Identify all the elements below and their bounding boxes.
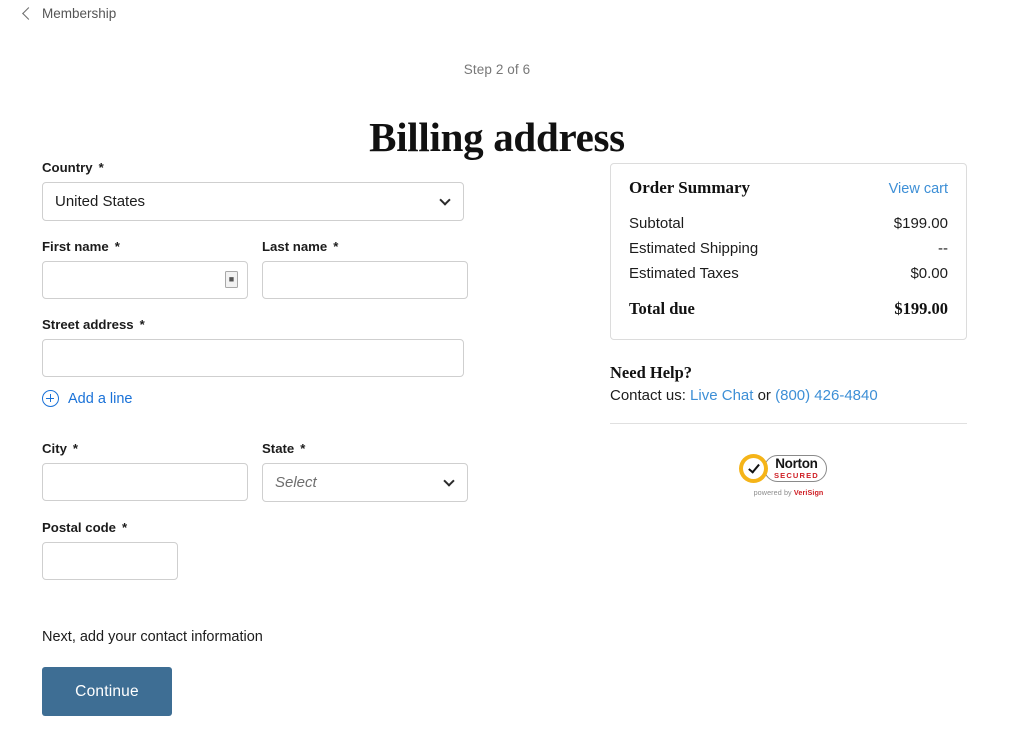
summary-label: Subtotal: [629, 215, 685, 232]
summary-row-subtotal: Subtotal $199.00: [629, 211, 948, 236]
required-asterisk: *: [122, 520, 128, 535]
summary-row-taxes: Estimated Taxes $0.00: [629, 261, 948, 286]
first-name-input[interactable]: ■: [42, 261, 248, 299]
next-step-note: Next, add your contact information: [42, 629, 263, 645]
verisign-brand: VeriSign: [793, 488, 824, 497]
first-name-field-group: First name * ■: [42, 239, 248, 299]
order-summary-header: Order Summary View cart: [629, 178, 948, 198]
summary-label: Estimated Taxes: [629, 265, 739, 282]
city-label: City *: [42, 441, 79, 456]
summary-value: $0.00: [910, 265, 948, 282]
state-placeholder: Select: [275, 474, 317, 491]
required-asterisk: *: [333, 239, 339, 254]
required-asterisk: *: [300, 441, 306, 456]
norton-secured-badge: Norton SECURED powered by VeriSign: [739, 453, 838, 497]
last-name-input[interactable]: [262, 261, 468, 299]
add-a-line-button[interactable]: Add a line: [42, 390, 472, 407]
required-asterisk: *: [139, 317, 145, 332]
phone-number-link[interactable]: (800) 426-4840: [775, 387, 878, 404]
chevron-down-icon: [443, 474, 455, 487]
summary-label: Estimated Shipping: [629, 240, 759, 257]
street-address-field-group: Street address *: [42, 317, 472, 377]
plus-circle-icon: [42, 390, 59, 407]
street-address-input[interactable]: [42, 339, 464, 377]
country-select[interactable]: United States: [42, 182, 464, 221]
total-due-value: $199.00: [894, 299, 948, 318]
billing-address-form: Country * United States First name * ■ L…: [42, 160, 472, 716]
norton-checkmark-icon: [739, 454, 768, 483]
state-label: State *: [262, 441, 306, 456]
breadcrumb-back-membership[interactable]: Membership: [22, 6, 117, 21]
state-select[interactable]: Select: [262, 463, 468, 502]
required-asterisk: *: [98, 160, 104, 175]
total-due-label: Total due: [629, 299, 695, 318]
checkout-page: Membership Step 2 of 6 Billing address C…: [0, 0, 1012, 741]
street-address-label: Street address *: [42, 317, 145, 332]
summary-value: $199.00: [893, 215, 948, 232]
section-divider: [610, 423, 967, 424]
order-summary-card: Order Summary View cart Subtotal $199.00…: [610, 163, 967, 340]
country-label: Country *: [42, 160, 104, 175]
autofill-contact-card-icon[interactable]: ■: [225, 271, 238, 288]
norton-secured-text: SECURED: [774, 470, 819, 480]
norton-wordmark: Norton SECURED: [764, 455, 827, 482]
chevron-left-icon: [22, 7, 35, 20]
country-field-group: Country * United States: [42, 160, 472, 221]
postal-code-label: Postal code *: [42, 520, 128, 535]
order-summary-title: Order Summary: [629, 178, 751, 197]
contact-us-prefix: Contact us:: [610, 387, 686, 404]
view-cart-link[interactable]: View cart: [889, 181, 948, 197]
postal-code-field-group: Postal code *: [42, 520, 472, 580]
postal-code-input[interactable]: [42, 542, 178, 580]
add-a-line-label: Add a line: [68, 390, 133, 407]
need-help-title: Need Help?: [610, 363, 693, 382]
state-field-group: State * Select: [262, 441, 468, 502]
need-help-block: Need Help? Contact us: Live Chat or (800…: [610, 363, 967, 424]
city-input[interactable]: [42, 463, 248, 501]
norton-name: Norton: [775, 456, 818, 472]
autofill-glyph: ■: [228, 274, 235, 284]
continue-button[interactable]: Continue: [42, 667, 172, 716]
city-field-group: City *: [42, 441, 248, 502]
norton-badge-main: Norton SECURED: [739, 453, 838, 484]
country-selected-value: United States: [55, 193, 146, 210]
norton-powered-by: powered by VeriSign: [739, 488, 838, 497]
trust-badge-area: Norton SECURED powered by VeriSign: [610, 453, 967, 497]
live-chat-link[interactable]: Live Chat: [690, 387, 753, 404]
step-indicator: Step 2 of 6: [463, 62, 531, 77]
contact-us-line: Contact us: Live Chat or (800) 426-4840: [610, 387, 967, 404]
first-name-label: First name *: [42, 239, 120, 254]
checkmark-glyph: [748, 460, 760, 474]
breadcrumb-label: Membership: [42, 6, 117, 21]
contact-conjunction: or: [757, 387, 771, 404]
summary-row-shipping: Estimated Shipping --: [629, 236, 948, 261]
name-row: First name * ■ Last name *: [42, 239, 472, 299]
required-asterisk: *: [72, 441, 79, 456]
norton-check-inner: [743, 458, 764, 479]
page-title: Billing address: [369, 114, 625, 161]
last-name-label: Last name *: [262, 239, 339, 254]
order-summary-column: Order Summary View cart Subtotal $199.00…: [610, 163, 967, 497]
city-state-row: City * State * Select: [42, 441, 472, 502]
required-asterisk: *: [114, 239, 120, 254]
summary-value: --: [938, 240, 948, 257]
last-name-field-group: Last name *: [262, 239, 468, 299]
summary-row-total-due: Total due $199.00: [629, 299, 948, 319]
chevron-down-icon: [439, 193, 451, 206]
powered-by-prefix: powered by: [753, 488, 792, 497]
